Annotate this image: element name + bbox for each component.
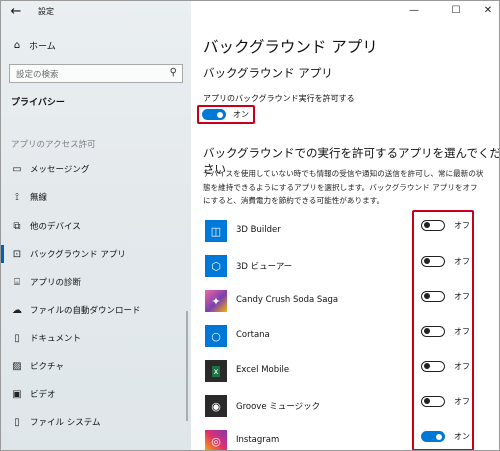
app-toggle[interactable]: [421, 361, 445, 372]
3d-builder-icon: ◫: [205, 220, 227, 242]
sidebar-item-label: ファイルの自動ダウンロード: [30, 306, 141, 316]
page-title: バックグラウンド アプリ: [203, 38, 378, 56]
description-text: デバイスを使用していない時でも情報の受信や通知の送信を許可し、常に最新の状態を維…: [203, 169, 484, 205]
app-toggle[interactable]: [421, 326, 445, 337]
document-icon: ▯: [14, 332, 20, 344]
maximize-icon[interactable]: ☐: [449, 5, 463, 16]
allow-background-label: アプリのバックグラウンド実行を許可する: [203, 94, 355, 103]
devices-icon: ⧉: [13, 220, 21, 232]
cortana-icon: ○: [205, 325, 227, 347]
background-apps-icon: ⊡: [12, 248, 22, 260]
sidebar-scrollbar[interactable]: [186, 311, 188, 421]
sidebar-item-pictures[interactable]: ▨ ピクチャ: [1, 353, 187, 379]
settings-window: ← 設定 ⌂ ホーム 設定の検索 ⚲ プライバシー アプリのアクセス許可 ▭ メ…: [0, 0, 500, 451]
sidebar-item-label: ピクチャ: [30, 362, 64, 372]
toggle-state-label: オフ: [454, 257, 470, 266]
toggle-knob: [217, 111, 223, 118]
toggle-state-label: オン: [454, 432, 470, 441]
app-name: Instagram: [236, 435, 280, 445]
toggle-knob: [424, 293, 430, 299]
message-icon: ▭: [12, 163, 22, 175]
close-icon[interactable]: ✕: [481, 5, 495, 16]
radio-icon: ⟟: [15, 191, 19, 203]
app-name: Candy Crush Soda Saga: [236, 295, 339, 305]
groove-music-icon: ◉: [205, 395, 227, 417]
sidebar-item-app-diagnostics[interactable]: ⌸ アプリの診断: [1, 269, 187, 295]
sidebar-item-label: バックグラウンド アプリ: [30, 250, 126, 260]
toggle-state-label: オン: [233, 110, 249, 119]
home-link[interactable]: ⌂ ホーム: [11, 39, 56, 52]
list-item: x Excel Mobile: [203, 360, 493, 384]
category-title: プライバシー: [11, 98, 65, 108]
sidebar-item-label: ビデオ: [30, 390, 56, 400]
toggle-knob: [424, 363, 430, 369]
toggle-state-label: オフ: [454, 327, 470, 336]
minimize-icon[interactable]: —: [407, 5, 421, 16]
instagram-icon: ◎: [205, 430, 227, 450]
sidebar-item-other-devices[interactable]: ⧉ 他のデバイス: [1, 213, 187, 239]
app-name: 3D Builder: [236, 225, 281, 235]
app-name: Cortana: [236, 330, 270, 340]
sidebar-item-documents[interactable]: ▯ ドキュメント: [1, 325, 187, 351]
app-toggle[interactable]: [421, 431, 445, 442]
section-title: バックグラウンド アプリ: [203, 66, 333, 80]
video-icon: ▣: [12, 388, 22, 400]
sidebar-item-label: ドキュメント: [30, 334, 82, 344]
cloud-icon: ☁: [12, 304, 22, 316]
window-title: 設定: [38, 7, 54, 16]
sidebar-item-label: 無線: [30, 193, 48, 203]
section-header: アプリのアクセス許可: [11, 140, 96, 150]
sidebar-item-label: アプリの診断: [30, 278, 82, 288]
sidebar-item-label: 他のデバイス: [30, 222, 81, 232]
search-input[interactable]: 設定の検索 ⚲: [9, 64, 183, 83]
list-item: ✦ Candy Crush Soda Saga: [203, 290, 493, 314]
toggle-knob: [436, 433, 442, 440]
list-item: ◎ Instagram: [203, 430, 493, 450]
sidebar-item-label: ファイル システム: [30, 418, 101, 428]
allow-background-toggle[interactable]: [202, 109, 226, 120]
picture-icon: ▨: [12, 360, 22, 372]
home-icon: ⌂: [13, 40, 21, 51]
list-item: ○ Cortana: [203, 325, 493, 349]
app-toggle[interactable]: [421, 291, 445, 302]
main-content: — ☐ ✕ バックグラウンド アプリ バックグラウンド アプリ アプリのバックグ…: [191, 1, 499, 450]
app-name: Excel Mobile: [236, 365, 290, 375]
candy-crush-icon: ✦: [205, 290, 227, 312]
diagnostics-icon: ⌸: [14, 276, 20, 288]
search-icon[interactable]: ⚲: [170, 67, 177, 78]
toggle-knob: [424, 222, 430, 228]
title-bar: ← 設定: [1, 1, 191, 23]
sidebar: ← 設定 ⌂ ホーム 設定の検索 ⚲ プライバシー アプリのアクセス許可 ▭ メ…: [1, 1, 191, 450]
list-item: ◉ Groove ミュージック: [203, 395, 493, 419]
toggle-state-label: オフ: [454, 397, 470, 406]
sidebar-item-auto-file-download[interactable]: ☁ ファイルの自動ダウンロード: [1, 297, 187, 323]
sidebar-item-background-apps[interactable]: ⊡ バックグラウンド アプリ: [1, 241, 187, 267]
file-system-icon: ▯: [14, 416, 20, 428]
list-item: ◫ 3D Builder: [203, 220, 493, 244]
search-placeholder: 設定の検索: [16, 70, 59, 80]
toggle-knob: [424, 258, 430, 264]
sidebar-item-messaging[interactable]: ▭ メッセージング: [1, 156, 187, 182]
sidebar-item-label: メッセージング: [30, 165, 90, 175]
toggle-state-label: オフ: [454, 221, 470, 230]
app-name: Groove ミュージック: [236, 402, 321, 412]
app-toggle[interactable]: [421, 256, 445, 267]
app-name: 3D ビューアー: [236, 262, 293, 272]
app-toggle[interactable]: [421, 220, 445, 231]
home-label: ホーム: [29, 42, 56, 52]
sidebar-item-radios[interactable]: ⟟ 無線: [1, 184, 187, 210]
3d-viewer-icon: ⬡: [205, 255, 227, 277]
back-arrow-icon[interactable]: ←: [5, 3, 27, 21]
toggle-state-label: オフ: [454, 362, 470, 371]
toggle-knob: [424, 398, 430, 404]
excel-icon: x: [205, 360, 227, 382]
sidebar-item-videos[interactable]: ▣ ビデオ: [1, 381, 187, 407]
sidebar-item-file-system[interactable]: ▯ ファイル システム: [1, 409, 187, 435]
toggle-knob: [424, 328, 430, 334]
app-toggle[interactable]: [421, 396, 445, 407]
list-item: ⬡ 3D ビューアー: [203, 255, 493, 279]
toggle-state-label: オフ: [454, 292, 470, 301]
